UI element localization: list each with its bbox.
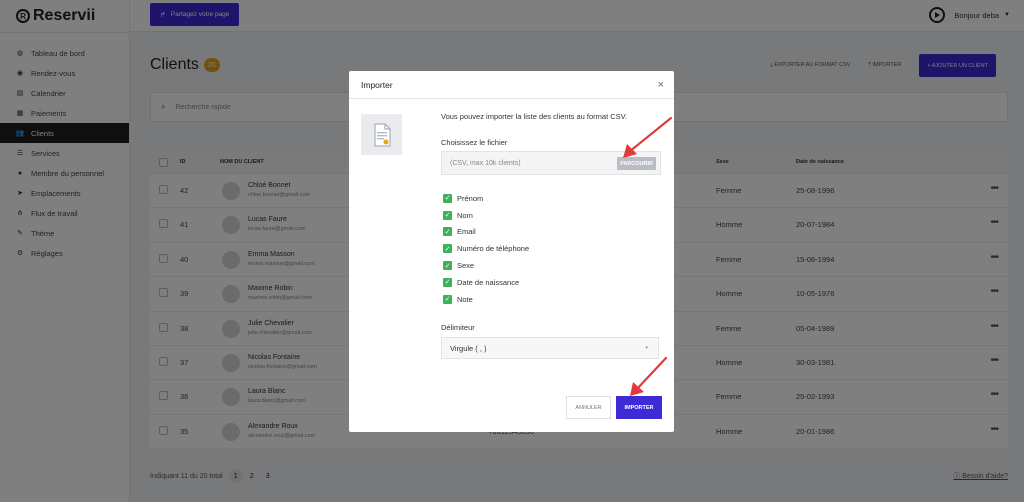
file-placeholder: (CSV, max 10k clients) [450, 159, 521, 167]
checkbox-checked-icon[interactable]: ✓ [443, 227, 452, 237]
checkbox-checked-icon[interactable]: ✓ [443, 261, 452, 271]
field-label: Sexe [457, 261, 475, 271]
modal-header: Importer × [349, 71, 674, 99]
cancel-button[interactable]: ANNULER [566, 396, 611, 419]
checkbox-checked-icon[interactable]: ✓ [443, 244, 452, 254]
checkbox-checked-icon[interactable]: ✓ [443, 193, 452, 203]
caret-down-icon: ▾ [645, 345, 648, 351]
field-checklist: ✓ Prénom ✓ Nom ✓ Email ✓ Numéro de téléphone ✓ Se… [443, 190, 529, 308]
csv-file-icon [361, 114, 402, 155]
field-label: Email [457, 227, 476, 237]
field-checkbox-row[interactable]: ✓ Prénom [443, 190, 529, 207]
checkbox-checked-icon[interactable]: ✓ [443, 277, 452, 287]
field-checkbox-row[interactable]: ✓ Email [443, 224, 529, 241]
field-label: Nom [457, 210, 473, 220]
field-checkbox-row[interactable]: ✓ Numéro de téléphone [443, 240, 529, 257]
field-checkbox-row[interactable]: ✓ Sexe [443, 257, 529, 274]
document-icon [374, 123, 390, 146]
modal-title: Importer [361, 79, 393, 90]
field-checkbox-row[interactable]: ✓ Date de naissance [443, 274, 529, 291]
file-label: Choisissez le fichier [441, 138, 508, 147]
field-label: Numéro de téléphone [457, 244, 530, 254]
annotation-arrow-import [630, 356, 668, 396]
field-checkbox-row[interactable]: ✓ Note [443, 291, 529, 308]
close-icon[interactable]: × [658, 79, 664, 91]
annotation-arrow-browse [623, 116, 673, 158]
field-label: Note [457, 294, 473, 304]
modal-intro: Vous pouvez importer la liste des client… [441, 112, 628, 121]
checkbox-checked-icon[interactable]: ✓ [443, 294, 452, 304]
field-label: Date de naissance [457, 277, 520, 287]
checkbox-checked-icon[interactable]: ✓ [443, 210, 452, 220]
field-checkbox-row[interactable]: ✓ Nom [443, 207, 529, 224]
field-label: Prénom [457, 193, 484, 203]
delimiter-value: Virgule ( , ) [450, 343, 487, 353]
delimiter-label: Délimiteur [441, 323, 475, 332]
